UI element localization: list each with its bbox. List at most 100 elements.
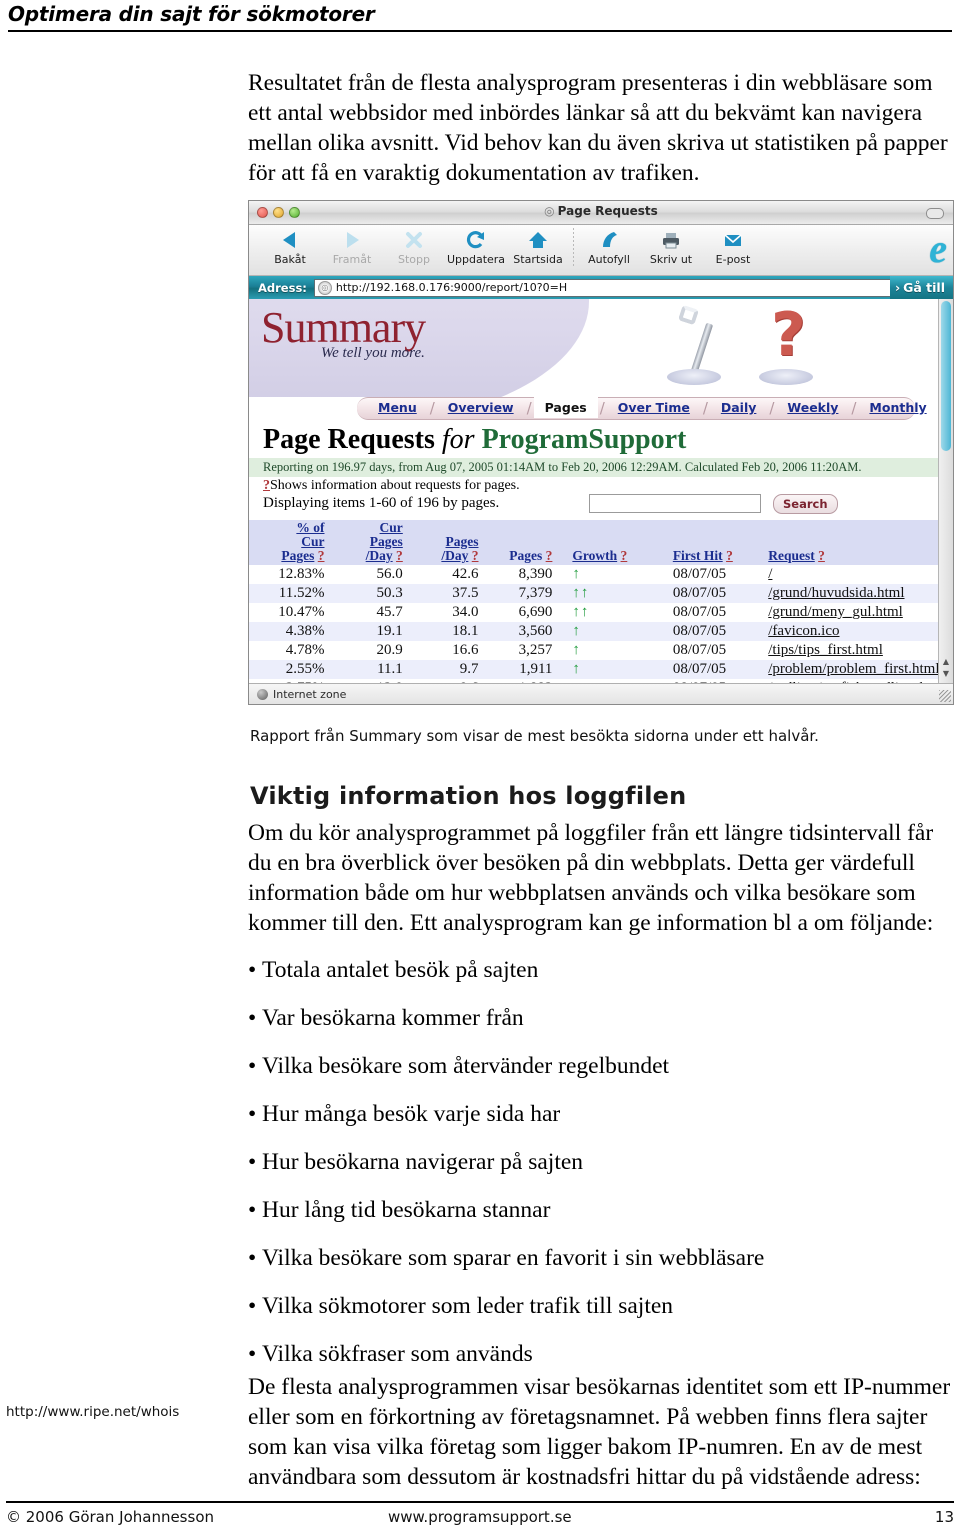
cell-pages-day: 34.0 (452, 604, 479, 620)
intro-paragraph: Resultatet från de flesta analysprogram … (248, 70, 948, 186)
list-item: Hur många besök varje sida har (248, 1099, 953, 1129)
tab-menu[interactable]: Menu (367, 397, 428, 418)
report-description-text: Shows information about requests for pag… (270, 478, 520, 493)
address-input[interactable]: ◎ http://192.168.0.176:9000/report/10?0=… (313, 278, 947, 297)
search-input[interactable] (589, 494, 761, 513)
cell-request[interactable]: /grund/huvudsida.html (762, 584, 953, 603)
feature-list-block: Totala antalet besök på sajten Var besök… (248, 955, 953, 1387)
help-icon-growth[interactable]: ? (621, 548, 628, 563)
tab-daily[interactable]: Daily (710, 397, 768, 418)
feature-list: Totala antalet besök på sajten Var besök… (248, 955, 953, 1369)
home-button-label: Startsida (513, 253, 563, 266)
scroll-up-arrow-icon[interactable]: ▲ (941, 657, 951, 667)
help-icon-pages-day[interactable]: ? (472, 548, 479, 563)
refresh-button[interactable]: Uppdatera (445, 225, 507, 266)
cell-request[interactable]: /tips/tips_first.html (762, 641, 953, 660)
wrench-icon-pedestal (667, 369, 721, 385)
th-first-hit[interactable]: First Hit ? (654, 520, 763, 565)
figure-caption: Rapport från Summary som visar de mest b… (250, 727, 819, 745)
cell-percent: 12.83% (278, 566, 325, 582)
list-item: Vilka sökmotorer som leder trafik till s… (248, 1291, 953, 1321)
description-help-icon[interactable]: ? (263, 478, 270, 493)
report-page-content: Summary We tell you more. ? Menu / Overv… (249, 299, 953, 683)
list-item: Hur lång tid besökarna stannar (248, 1195, 953, 1225)
list-item: Totala antalet besök på sajten (248, 955, 953, 985)
table-row: 4.78% 20.9 16.6 3,257 ↑ 08/07/05 /tips/t… (249, 641, 953, 660)
back-button[interactable]: Bakåt (259, 225, 321, 266)
th-percent-of-cur-pages[interactable]: % of Cur Pages ? (249, 520, 331, 565)
help-question-mark-icon[interactable]: ? (759, 305, 813, 385)
margin-note-url[interactable]: http://www.ripe.net/whois (6, 1404, 179, 1420)
cell-pages-day: 18.1 (452, 623, 479, 639)
cell-first-hit: 08/07/05 (672, 585, 727, 601)
tab-overview[interactable]: Overview (437, 397, 525, 418)
print-button[interactable]: Skriv ut (640, 225, 702, 266)
cell-request[interactable]: / (762, 565, 953, 584)
question-mark-glyph: ? (771, 300, 806, 370)
table-row: 2.55% 11.1 9.7 1,911 ↑ 08/07/05 /problem… (249, 660, 953, 679)
tab-weekly[interactable]: Weekly (776, 397, 849, 418)
wrench-head-shape (677, 304, 700, 326)
scroll-down-arrow-icon[interactable]: ▼ (941, 669, 951, 679)
address-bar-label: Adress: (258, 280, 307, 295)
mail-button-label: E-post (715, 253, 751, 266)
cell-pages-day: 9.7 (459, 661, 479, 677)
cell-growth-arrows: ↑ (572, 623, 581, 639)
summary-banner: Summary We tell you more. ? (249, 299, 953, 397)
cell-first-hit: 08/07/05 (672, 642, 727, 658)
section-paragraph-block: Om du kör analysprogrammet på loggfiler … (248, 818, 953, 938)
th-growth[interactable]: Growth ? (558, 520, 655, 565)
cell-cur-pages: 50.3 (376, 585, 403, 601)
cell-request[interactable]: /problem/problem_first.html (762, 660, 953, 679)
th-pages[interactable]: Pages ? (484, 520, 559, 565)
cell-request[interactable]: /favicon.ico (762, 622, 953, 641)
list-item: Vilka besökare som sparar en favorit i s… (248, 1243, 953, 1273)
security-zone-icon (257, 688, 268, 700)
th-pages-per-day[interactable]: Pages/Day ? (408, 520, 485, 565)
cell-cur-pages: 11.1 (377, 661, 403, 677)
help-icon-pages[interactable]: ? (546, 548, 553, 563)
help-icon-first-hit[interactable]: ? (726, 548, 733, 563)
th-cur-pages-per-day[interactable]: Cur Pages/Day ? (330, 520, 409, 565)
report-paging-row: Displaying items 1-60 of 196 by pages. S… (249, 494, 953, 520)
envelope-icon (702, 228, 764, 252)
toolbar-toggle-button[interactable] (926, 208, 944, 219)
toolbar-divider (573, 228, 574, 268)
tab-monthly[interactable]: Monthly (858, 397, 937, 418)
search-button[interactable]: Search (773, 494, 838, 514)
forward-button-label: Framåt (332, 253, 372, 266)
go-button[interactable]: › Gå till (889, 276, 953, 299)
running-head-rule (8, 30, 952, 32)
cell-first-hit: 08/07/05 (672, 604, 727, 620)
help-icon-cur-pages-day[interactable]: ? (396, 548, 403, 563)
home-button[interactable]: Startsida (507, 225, 569, 266)
help-icon-request[interactable]: ? (818, 548, 825, 563)
closing-paragraph: De flesta analysprogrammen visar besökar… (248, 1374, 951, 1490)
mail-button[interactable]: E-post (702, 225, 764, 266)
cell-percent: 4.38% (285, 623, 325, 639)
stop-button[interactable]: Stopp (383, 225, 445, 266)
th-request[interactable]: Request ? (762, 520, 953, 565)
autofill-button[interactable]: Autofyll (578, 225, 640, 266)
resize-grip-icon[interactable] (939, 690, 951, 702)
footer-website: www.programsupport.se (388, 1508, 572, 1526)
cell-pages: 3,560 (518, 623, 553, 639)
cell-request[interactable]: /grund/meny_gul.html (762, 603, 953, 622)
help-icon-percent-cur-pages[interactable]: ? (318, 548, 325, 563)
vertical-scrollbar[interactable]: ▲ ▼ (938, 299, 953, 683)
tab-over-time[interactable]: Over Time (607, 397, 701, 418)
tab-divider-icon: / (429, 398, 435, 417)
table-row: 11.52% 50.3 37.5 7,379 ↑↑ 08/07/05 /grun… (249, 584, 953, 603)
stop-x-icon (383, 228, 445, 252)
address-input-value: http://192.168.0.176:9000/report/10?0=H (335, 281, 568, 294)
scrollbar-thumb[interactable] (941, 301, 951, 451)
tab-pages[interactable]: Pages (533, 397, 598, 418)
cell-first-hit: 08/07/05 (672, 566, 727, 582)
cell-pages: 8,390 (518, 566, 553, 582)
wrench-tool-icon[interactable] (667, 304, 721, 385)
table-row: 12.83% 56.0 42.6 8,390 ↑ 08/07/05 / (249, 565, 953, 584)
forward-button[interactable]: Framåt (321, 225, 383, 266)
report-tab-bar: Menu / Overview / Pages / Over Time / Da… (249, 397, 953, 420)
summary-logo-tagline: We tell you more. (321, 345, 425, 361)
report-title-program: ProgramSupport (481, 424, 687, 455)
